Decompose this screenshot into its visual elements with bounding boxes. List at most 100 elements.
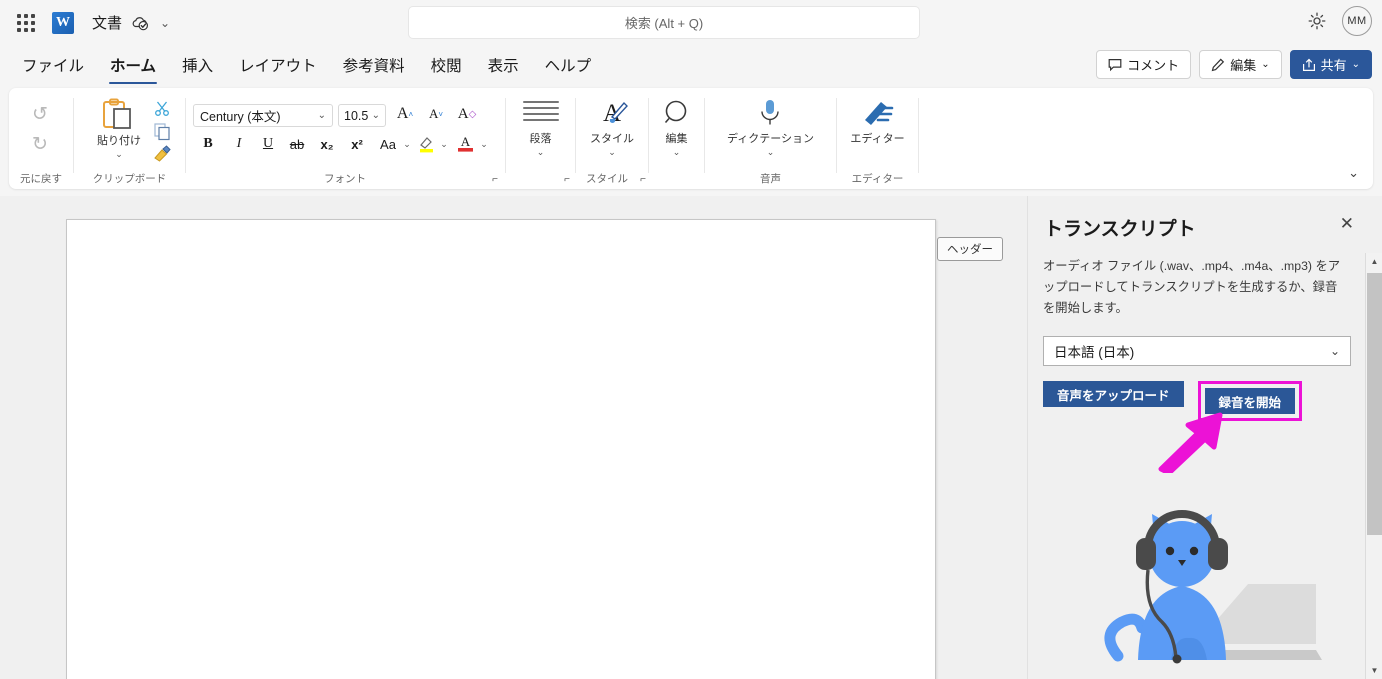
superscript-button[interactable]: x² (345, 132, 369, 156)
font-size-value: 10.5 (344, 108, 369, 123)
tab-insert[interactable]: 挿入 (172, 51, 223, 79)
shrink-font-icon[interactable]: A ˅ (424, 102, 448, 126)
change-case-button[interactable]: Aa (376, 132, 400, 156)
waffle-grid-icon[interactable] (12, 9, 40, 37)
undo-button[interactable]: ↺ (27, 102, 53, 126)
styles-dialog-launcher[interactable]: ⌐ (640, 174, 646, 185)
ribbon-collapse-chevron-icon[interactable]: ⌄ (1348, 165, 1359, 181)
highlight-chevron-down-icon[interactable]: ⌄ (438, 140, 450, 149)
language-chevron-down-icon: ⌄ (1329, 344, 1340, 358)
editing-chevron-down-icon[interactable]: ⌄ (649, 148, 704, 157)
scroll-up-arrow-icon[interactable]: ▲ (1366, 253, 1382, 270)
menu-bar: ファイル ホーム 挿入 レイアウト 参考資料 校閲 表示 ヘルプ コメント 編集… (0, 45, 1382, 85)
svg-text:A: A (461, 134, 471, 149)
word-logo-letter: W (56, 14, 70, 30)
tab-file[interactable]: ファイル (12, 51, 94, 79)
tab-references[interactable]: 参考資料 (333, 51, 415, 79)
font-color-icon[interactable]: A (456, 133, 475, 159)
ribbon-group-editor: エディター エディター (837, 88, 918, 189)
edit-mode-button[interactable]: 編集 ⌄ (1199, 50, 1282, 79)
ribbon-group-styles: A スタイル ⌄ スタイル ⌐ (576, 88, 648, 189)
ribbon-group-label-clipboard: クリップボード (92, 173, 167, 185)
document-title[interactable]: 文書 (92, 12, 122, 33)
start-recording-highlight[interactable]: 録音を開始 (1197, 381, 1303, 421)
underline-button[interactable]: U (256, 132, 280, 156)
avatar[interactable]: MM (1342, 6, 1372, 36)
copy-icon[interactable] (154, 123, 172, 146)
tab-home[interactable]: ホーム (100, 51, 166, 84)
editing-button-label: 編集 (665, 133, 688, 145)
header-section-tab[interactable]: ヘッダー (937, 237, 1003, 261)
format-painter-icon[interactable] (153, 145, 172, 168)
word-online-window: W 文書 ⌄ 検索 (Alt + Q) MM ファイル ホーム 挿入 レイアウト… (0, 0, 1382, 679)
grow-font-icon[interactable]: A ˄ (393, 102, 417, 126)
magnifier-icon[interactable] (663, 99, 691, 132)
paragraph-lines-icon[interactable] (522, 99, 560, 130)
comments-label: コメント (1127, 58, 1180, 73)
paste-chevron-down-icon[interactable]: ⌄ (74, 150, 164, 159)
transcript-scrollbar-thumb[interactable] (1367, 273, 1382, 535)
share-button[interactable]: 共有 ⌄ (1289, 50, 1372, 79)
editor-pen-icon[interactable] (861, 98, 894, 133)
tab-review[interactable]: 校閲 (421, 51, 472, 79)
transcript-description: オーディオ ファイル (.wav、.mp4、.m4a、.mp3) をアップロード… (1043, 259, 1341, 316)
ribbon-group-undo: ↺ ↻ 元に戻す (9, 88, 73, 189)
redo-button[interactable]: ↻ (27, 132, 53, 156)
subscript-button[interactable]: x₂ (315, 132, 339, 156)
font-dialog-launcher[interactable]: ⌐ (492, 174, 498, 185)
ribbon-group-label-font: フォント (324, 173, 366, 185)
language-select[interactable]: 日本語 (日本) ⌄ (1043, 336, 1351, 366)
language-value: 日本語 (日本) (1054, 345, 1135, 360)
strikethrough-button[interactable]: ab (285, 132, 309, 156)
title-chevron-down-icon[interactable]: ⌄ (160, 16, 170, 30)
document-page[interactable] (66, 219, 936, 679)
transcript-action-buttons: 音声をアップロード 録音を開始 (1043, 381, 1303, 421)
edit-chevron-down-icon: ⌄ (1261, 59, 1270, 70)
paragraph-chevron-down-icon[interactable]: ⌄ (506, 148, 575, 157)
microphone-icon[interactable] (757, 98, 783, 133)
tab-view[interactable]: 表示 (478, 51, 529, 79)
ribbon-group-clipboard: 貼り付け ⌄ クリップボード (74, 88, 185, 189)
scissors-icon[interactable] (154, 100, 171, 122)
search-input[interactable]: 検索 (Alt + Q) (408, 6, 920, 39)
share-icon (1302, 58, 1315, 71)
tab-layout[interactable]: レイアウト (229, 51, 327, 79)
font-size-chevron-down-icon: ⌄ (371, 110, 380, 121)
close-icon[interactable]: ✕ (1340, 215, 1354, 232)
cloud-saved-icon[interactable] (130, 13, 150, 33)
styles-chevron-down-icon[interactable]: ⌄ (576, 148, 648, 157)
font-name-value: Century (本文) (200, 110, 281, 124)
gear-icon[interactable] (1306, 10, 1328, 32)
change-case-chevron-down-icon[interactable]: ⌄ (401, 140, 413, 149)
dictation-label: ディクテーション (726, 133, 814, 145)
ribbon-group-voice: ディクテーション ⌄ 音声 (705, 88, 836, 189)
dictation-chevron-down-icon[interactable]: ⌄ (705, 148, 836, 157)
ribbon-group-paragraph: 段落 ⌄ ⌐ (506, 88, 575, 189)
comments-button[interactable]: コメント (1096, 50, 1192, 79)
edit-mode-label: 編集 (1230, 58, 1257, 73)
ribbon-group-label-editor: エディター (851, 173, 904, 185)
pencil-icon (1211, 58, 1225, 71)
ribbon-group-label-undo: 元に戻す (20, 173, 62, 185)
font-size-select[interactable]: 10.5 ⌄ (338, 104, 386, 127)
paste-clipboard-icon[interactable] (101, 98, 135, 135)
word-logo-icon[interactable]: W (52, 11, 74, 34)
italic-button[interactable]: I (227, 132, 251, 156)
clear-formatting-icon[interactable]: A ◇ (455, 102, 479, 126)
styles-button-label: スタイル (590, 133, 634, 145)
transcript-pane-title: トランスクリプト (1044, 219, 1196, 240)
transcript-pane-scrollbar[interactable]: ▲ ▼ (1365, 253, 1382, 679)
start-recording-button[interactable]: 録音を開始 (1204, 388, 1296, 414)
styles-brush-icon[interactable]: A (594, 98, 630, 133)
titlebar-right-actions: MM (1306, 6, 1372, 36)
font-color-chevron-down-icon[interactable]: ⌄ (478, 140, 490, 149)
ribbon-group-label-styles: スタイル (586, 173, 628, 185)
bold-button[interactable]: B (196, 132, 220, 156)
font-name-select[interactable]: Century (本文) ⌄ (193, 104, 333, 127)
text-highlight-icon[interactable] (418, 134, 436, 159)
paragraph-dialog-launcher[interactable]: ⌐ (564, 174, 570, 185)
upload-audio-button[interactable]: 音声をアップロード (1043, 381, 1184, 407)
tab-help[interactable]: ヘルプ (535, 51, 602, 79)
comment-bubble-icon (1108, 58, 1122, 71)
scroll-down-arrow-icon[interactable]: ▼ (1366, 662, 1382, 679)
